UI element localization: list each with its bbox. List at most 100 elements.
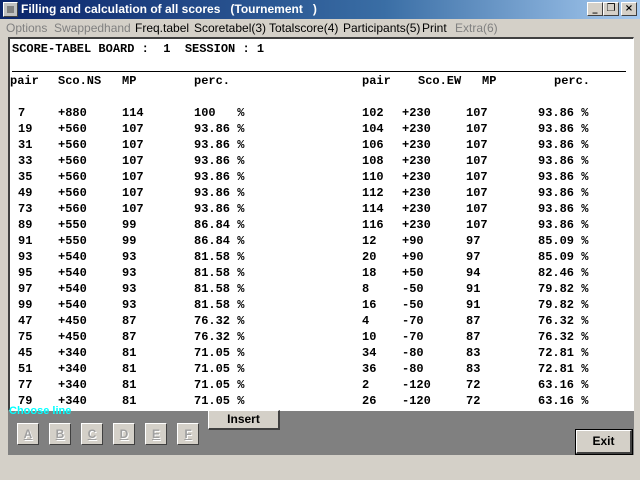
- ns-perc-cell: 93.86 %: [194, 122, 245, 136]
- ew-mp-cell: 97: [466, 234, 481, 248]
- ew-score-cell: -120: [402, 378, 431, 392]
- menu-print[interactable]: Print: [422, 21, 447, 35]
- ns-perc-cell: 93.86 %: [194, 138, 245, 152]
- ns-mp-cell: 107: [122, 122, 144, 136]
- ew-pair-cell: 108: [362, 154, 384, 168]
- ew-score-cell: +230: [402, 170, 431, 184]
- ns-score-cell: +450: [58, 314, 87, 328]
- ns-pair-cell: 91: [18, 234, 33, 248]
- ns-pair-cell: 77: [18, 378, 33, 392]
- header-ns-mp: MP: [122, 74, 137, 88]
- ns-perc-cell: 93.86 %: [194, 202, 245, 216]
- ns-pair-cell: 51: [18, 362, 33, 376]
- ew-perc-cell: 93.86 %: [538, 186, 589, 200]
- header-ns-perc: perc.: [194, 74, 231, 88]
- ns-mp-cell: 99: [122, 218, 137, 232]
- ns-pair-cell: 33: [18, 154, 33, 168]
- title-bar[interactable]: Filling and calculation of all scores (T…: [0, 0, 640, 19]
- ns-pair-cell: 19: [18, 122, 33, 136]
- ew-score-cell: +90: [402, 234, 424, 248]
- menu-freq-tabel[interactable]: Freq.tabel: [135, 21, 189, 35]
- insert-button[interactable]: Insert: [208, 410, 280, 430]
- menu-extra[interactable]: Extra(6): [455, 21, 498, 35]
- ew-mp-cell: 83: [466, 346, 481, 360]
- ns-score-cell: +560: [58, 154, 87, 168]
- close-button[interactable]: ×: [621, 2, 637, 16]
- menu-participants[interactable]: Participants(5): [343, 21, 420, 35]
- ew-mp-cell: 87: [466, 314, 481, 328]
- ns-perc-cell: 93.86 %: [194, 186, 245, 200]
- ns-mp-cell: 93: [122, 282, 137, 296]
- ew-perc-cell: 79.82 %: [538, 282, 589, 296]
- line-c-button[interactable]: C: [81, 423, 103, 445]
- ns-perc-cell: 71.05 %: [194, 378, 245, 392]
- ns-score-cell: +560: [58, 202, 87, 216]
- header-ew-perc: perc.: [554, 74, 591, 88]
- ew-perc-cell: 93.86 %: [538, 138, 589, 152]
- ns-perc-cell: 86.84 %: [194, 218, 245, 232]
- ns-mp-cell: 87: [122, 330, 137, 344]
- ns-mp-cell: 107: [122, 154, 144, 168]
- ns-pair-cell: 31: [18, 138, 33, 152]
- ns-score-cell: +540: [58, 282, 87, 296]
- ew-mp-cell: 107: [466, 218, 488, 232]
- score-board[interactable]: SCORE-TABEL BOARD : 1 SESSION : 1 pair S…: [8, 37, 634, 411]
- ew-perc-cell: 93.86 %: [538, 106, 589, 120]
- ew-pair-cell: 18: [362, 266, 377, 280]
- ew-score-cell: -70: [402, 330, 424, 344]
- app-icon[interactable]: [3, 2, 18, 17]
- ns-mp-cell: 87: [122, 314, 137, 328]
- ew-score-cell: +230: [402, 106, 431, 120]
- ns-mp-cell: 107: [122, 138, 144, 152]
- ew-score-cell: +230: [402, 202, 431, 216]
- menu-scoretabel[interactable]: Scoretabel(3): [194, 21, 266, 35]
- ew-perc-cell: 93.86 %: [538, 218, 589, 232]
- line-a-button[interactable]: A: [17, 423, 39, 445]
- ns-score-cell: +450: [58, 330, 87, 344]
- ew-pair-cell: 104: [362, 122, 384, 136]
- line-f-button[interactable]: F: [177, 423, 199, 445]
- ew-perc-cell: 93.86 %: [538, 170, 589, 184]
- line-b-button[interactable]: B: [49, 423, 71, 445]
- ns-mp-cell: 93: [122, 266, 137, 280]
- ns-mp-cell: 93: [122, 298, 137, 312]
- ew-mp-cell: 91: [466, 298, 481, 312]
- ew-score-cell: +230: [402, 218, 431, 232]
- ns-perc-cell: 81.58 %: [194, 250, 245, 264]
- ew-mp-cell: 87: [466, 330, 481, 344]
- menu-totalscore[interactable]: Totalscore(4): [269, 21, 338, 35]
- ew-mp-cell: 107: [466, 122, 488, 136]
- ew-pair-cell: 102: [362, 106, 384, 120]
- restore-button[interactable]: ❐: [603, 2, 619, 16]
- ns-score-cell: +550: [58, 218, 87, 232]
- ew-perc-cell: 76.32 %: [538, 314, 589, 328]
- ns-perc-cell: 93.86 %: [194, 154, 245, 168]
- ns-mp-cell: 81: [122, 394, 137, 408]
- ew-pair-cell: 26: [362, 394, 377, 408]
- ns-mp-cell: 81: [122, 346, 137, 360]
- ns-pair-cell: 45: [18, 346, 33, 360]
- ns-score-cell: +540: [58, 298, 87, 312]
- minimize-button[interactable]: _: [587, 2, 603, 16]
- menu-swappedhand[interactable]: Swappedhand: [54, 21, 131, 35]
- ns-perc-cell: 81.58 %: [194, 266, 245, 280]
- ns-perc-cell: 93.86 %: [194, 170, 245, 184]
- ew-mp-cell: 107: [466, 170, 488, 184]
- ew-pair-cell: 112: [362, 186, 384, 200]
- ew-mp-cell: 91: [466, 282, 481, 296]
- exit-button[interactable]: Exit: [575, 429, 633, 455]
- line-e-button[interactable]: E: [145, 423, 167, 445]
- ew-pair-cell: 114: [362, 202, 384, 216]
- ew-perc-cell: 63.16 %: [538, 378, 589, 392]
- ew-perc-cell: 82.46 %: [538, 266, 589, 280]
- status-bar: [0, 455, 640, 480]
- menu-options[interactable]: Options: [6, 21, 47, 35]
- ew-score-cell: -80: [402, 346, 424, 360]
- ew-perc-cell: 63.16 %: [538, 394, 589, 408]
- line-d-button[interactable]: D: [113, 423, 135, 445]
- ew-mp-cell: 107: [466, 106, 488, 120]
- ns-mp-cell: 107: [122, 202, 144, 216]
- ns-score-cell: +560: [58, 122, 87, 136]
- ew-pair-cell: 110: [362, 170, 384, 184]
- ew-pair-cell: 8: [362, 282, 370, 296]
